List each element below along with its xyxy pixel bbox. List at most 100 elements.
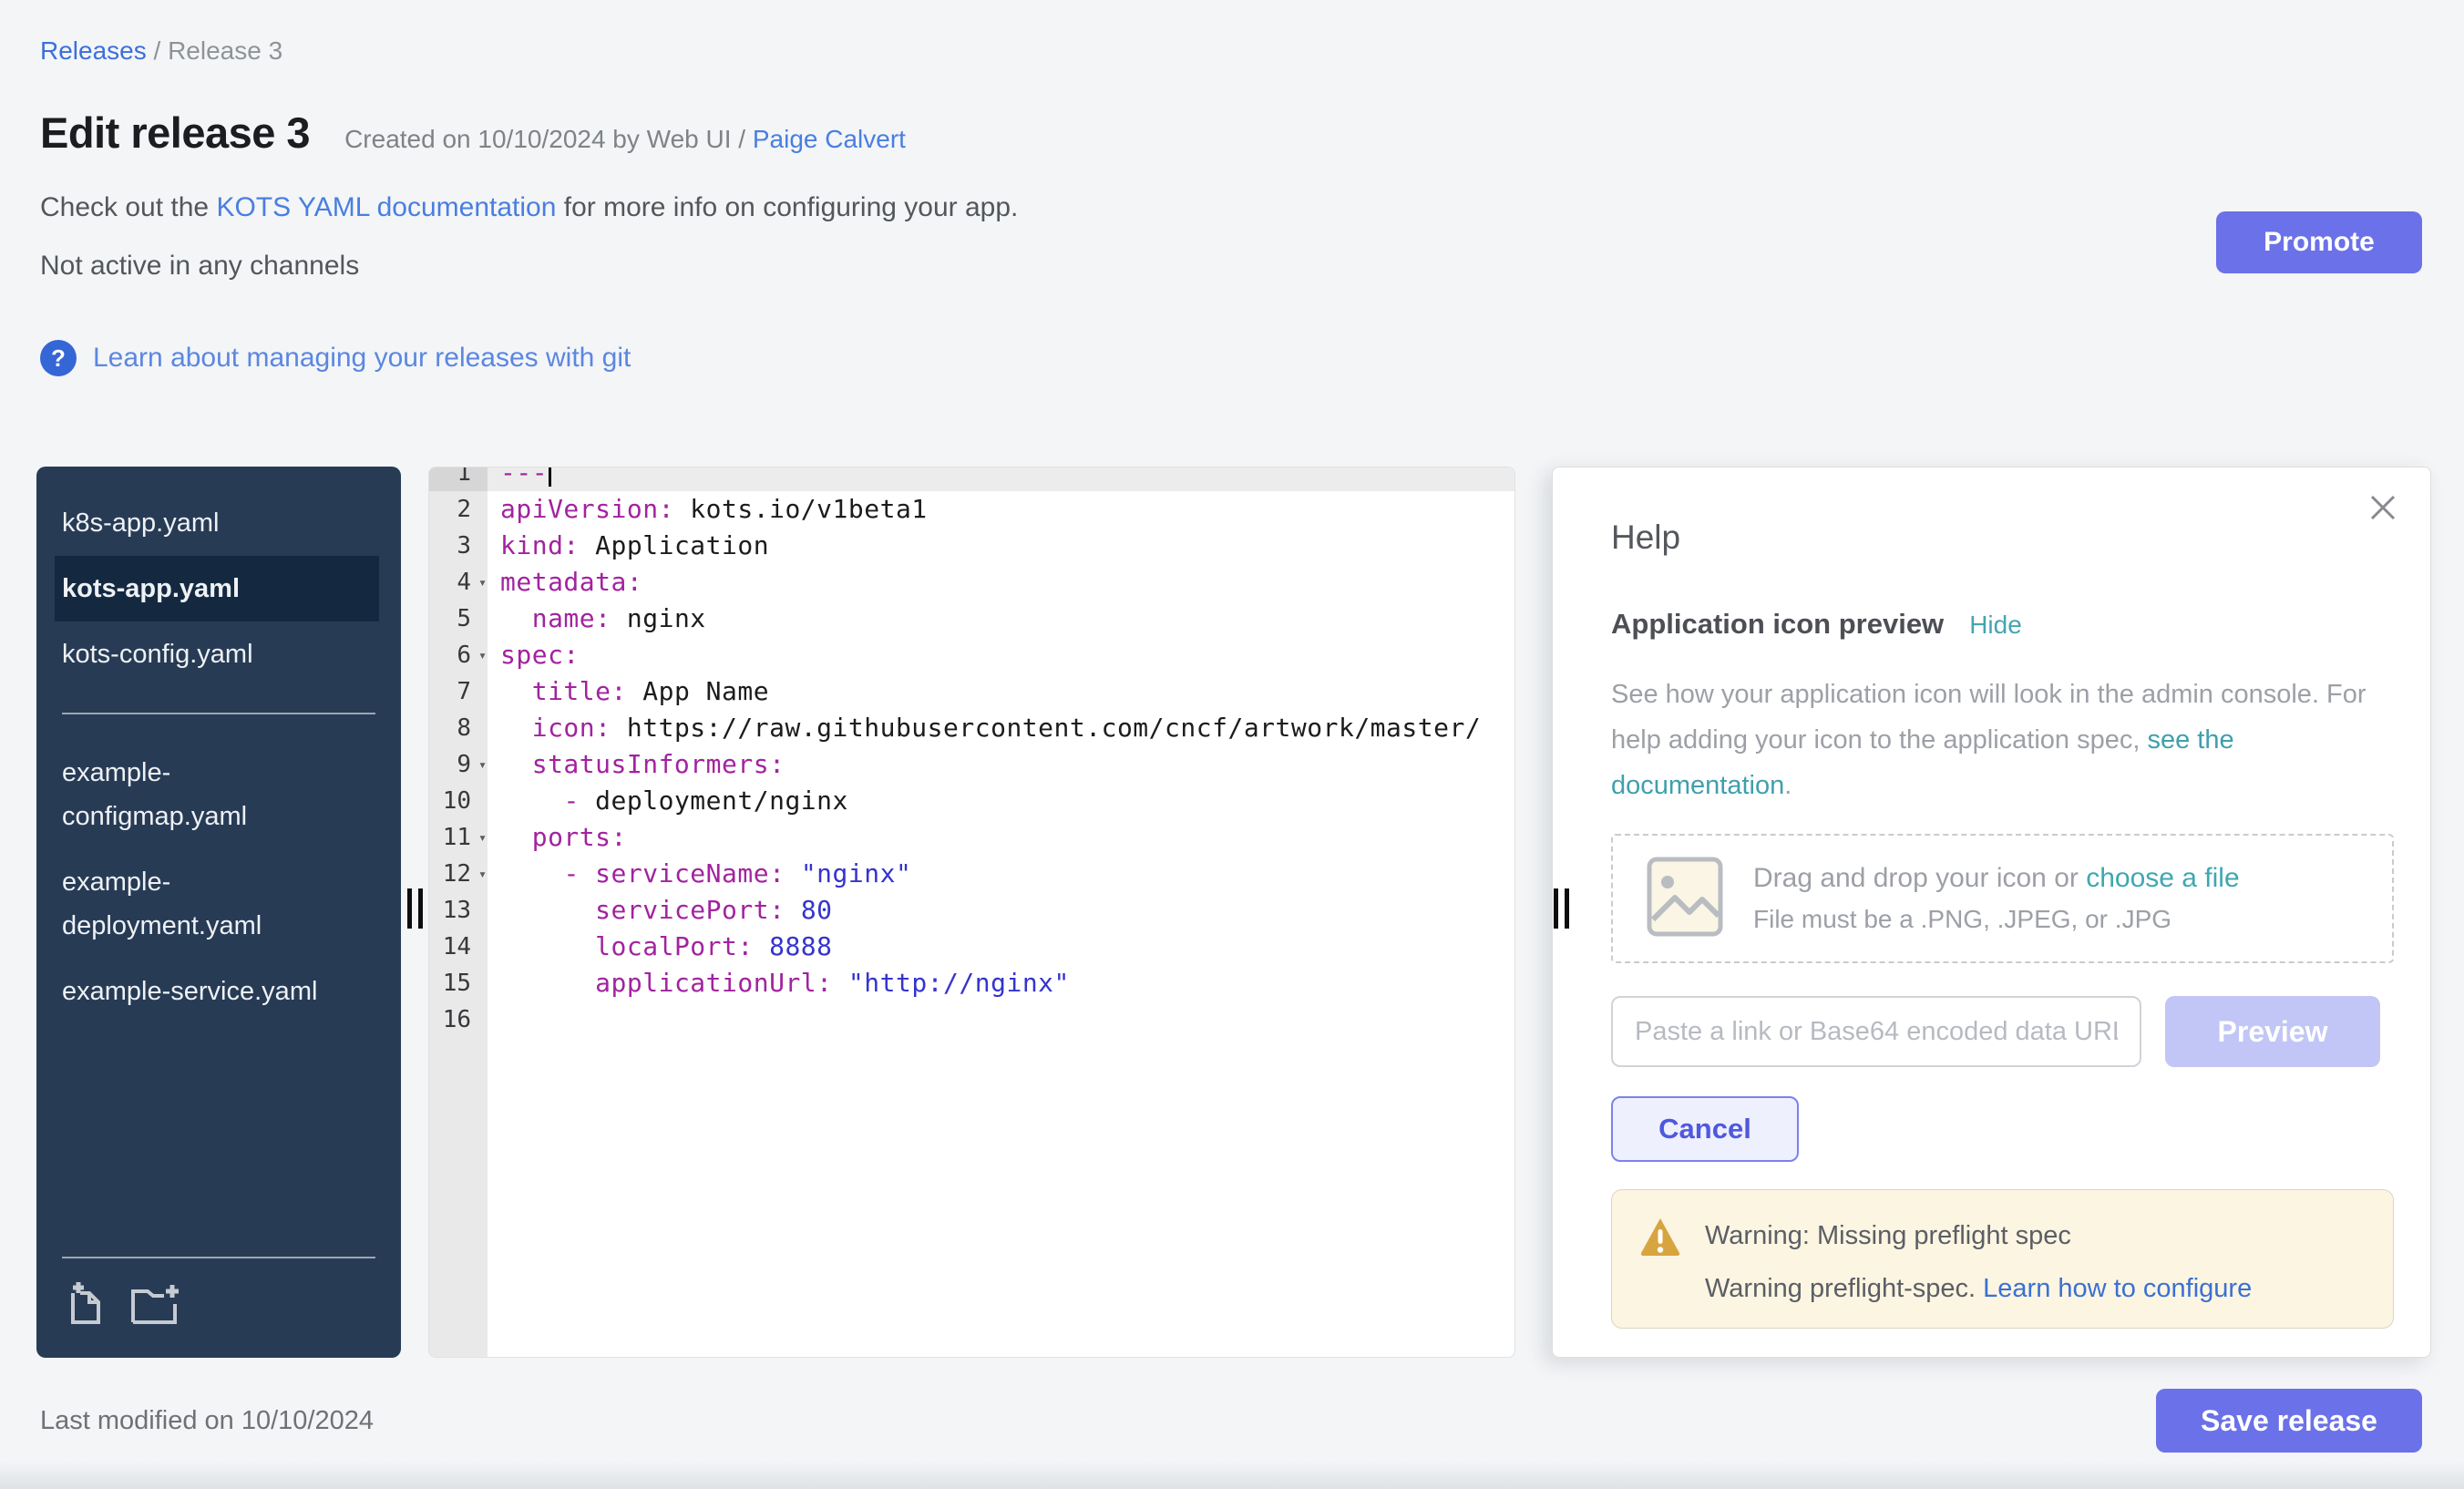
page-footer: Last modified on 10/10/2024 Save release	[40, 1389, 2422, 1453]
new-file-icon[interactable]	[64, 1280, 108, 1332]
code-line[interactable]: 2apiVersion: kots.io/v1beta1	[429, 491, 1514, 528]
icon-preview-section-title: Application icon preview	[1611, 608, 1944, 641]
code-line[interactable]: 7 title: App Name	[429, 673, 1514, 710]
code-text: servicePort: 80	[488, 892, 1514, 929]
breadcrumb-current: Release 3	[168, 36, 282, 65]
yaml-editor[interactable]: 1---2apiVersion: kots.io/v1beta13kind: A…	[428, 467, 1515, 1358]
sidebar-resize-handle[interactable]	[407, 888, 423, 929]
code-line[interactable]: 5 name: nginx	[429, 601, 1514, 637]
release-editor-workspace: k8s-app.yamlkots-app.yamlkots-config.yam…	[0, 467, 2464, 1358]
warning-body-text: Warning preflight-spec.	[1705, 1274, 1983, 1303]
preflight-warning: Warning: Missing preflight spec Warning …	[1611, 1189, 2394, 1329]
file-item[interactable]: example-configmap.yaml	[55, 740, 379, 849]
icon-preview-description: See how your application icon will look …	[1611, 672, 2386, 808]
question-mark-icon: ?	[40, 340, 77, 376]
icon-dropzone[interactable]: Drag and drop your icon or choose a file…	[1611, 834, 2394, 963]
file-item[interactable]: kots-config.yaml	[55, 621, 379, 687]
file-item[interactable]: example-deployment.yaml	[55, 849, 379, 959]
code-line[interactable]: 15 applicationUrl: "http://nginx"	[429, 965, 1514, 1001]
line-number: 15	[429, 965, 488, 1001]
breadcrumb-releases-link[interactable]: Releases	[40, 36, 147, 65]
file-group-divider	[62, 713, 375, 714]
line-number: 11▾	[429, 819, 488, 856]
file-item[interactable]: k8s-app.yaml	[55, 490, 379, 556]
fold-icon[interactable]: ▾	[478, 746, 487, 783]
line-number: 2	[429, 491, 488, 528]
line-number: 4▾	[429, 564, 488, 601]
code-line[interactable]: 13 servicePort: 80	[429, 892, 1514, 929]
code-line[interactable]: 12▾ - serviceName: "nginx"	[429, 856, 1514, 892]
help-panel-title: Help	[1611, 519, 2394, 557]
line-number: 12▾	[429, 856, 488, 892]
code-line[interactable]: 10 - deployment/nginx	[429, 783, 1514, 819]
code-line[interactable]: 9▾ statusInformers:	[429, 746, 1514, 783]
fold-icon[interactable]: ▾	[478, 564, 487, 601]
channel-status: Not active in any channels	[40, 251, 2422, 282]
code-text: - deployment/nginx	[488, 783, 1514, 819]
code-line[interactable]: 8 icon: https://raw.githubusercontent.co…	[429, 710, 1514, 746]
created-by-link[interactable]: Paige Calvert	[753, 125, 906, 153]
breadcrumb-separator: /	[154, 36, 161, 65]
created-info: Created on 10/10/2024 by Web UI / Paige …	[344, 125, 906, 154]
line-number: 6▾	[429, 637, 488, 673]
code-text: statusInformers:	[488, 746, 1514, 783]
code-line[interactable]: 6▾spec:	[429, 637, 1514, 673]
code-text: kind: Application	[488, 528, 1514, 564]
code-text	[488, 1001, 1514, 1038]
warning-title: Warning: Missing preflight spec	[1705, 1216, 2252, 1256]
new-folder-icon[interactable]	[129, 1280, 182, 1332]
code-text: metadata:	[488, 564, 1514, 601]
code-text: - serviceName: "nginx"	[488, 856, 1514, 892]
line-number: 16	[429, 1001, 488, 1038]
git-releases-help-link[interactable]: Learn about managing your releases with …	[93, 343, 631, 374]
save-release-button[interactable]: Save release	[2156, 1389, 2422, 1453]
breadcrumb: Releases / Release 3	[40, 36, 2422, 66]
docs-hint-prefix: Check out the	[40, 192, 216, 222]
code-line[interactable]: 4▾metadata:	[429, 564, 1514, 601]
promote-button[interactable]: Promote	[2216, 211, 2422, 273]
code-line[interactable]: 14 localPort: 8888	[429, 929, 1514, 965]
file-list: k8s-app.yamlkots-app.yamlkots-config.yam…	[36, 467, 401, 1024]
kots-yaml-docs-link[interactable]: KOTS YAML documentation	[216, 192, 556, 222]
line-number: 5	[429, 601, 488, 637]
text-cursor	[549, 467, 551, 487]
fold-icon[interactable]: ▾	[478, 856, 487, 892]
code-line[interactable]: 3kind: Application	[429, 528, 1514, 564]
code-line[interactable]: 16	[429, 1001, 1514, 1038]
cancel-button[interactable]: Cancel	[1611, 1096, 1799, 1162]
created-text: Created on 10/10/2024 by Web UI /	[344, 125, 745, 153]
last-modified-text: Last modified on 10/10/2024	[40, 1406, 374, 1436]
code-empty	[488, 1038, 1514, 1357]
code-line[interactable]: 1---	[429, 467, 1514, 491]
warning-text: Warning: Missing preflight spec Warning …	[1705, 1216, 2252, 1304]
hide-link[interactable]: Hide	[1969, 611, 2022, 640]
page-title: Edit release 3	[40, 108, 310, 158]
line-number: 13	[429, 892, 488, 929]
file-sidebar: k8s-app.yamlkots-app.yamlkots-config.yam…	[36, 467, 401, 1358]
icon-url-input[interactable]	[1611, 996, 2141, 1067]
code-line[interactable]: 11▾ ports:	[429, 819, 1514, 856]
code-text: ---	[488, 467, 1514, 491]
preview-button[interactable]: Preview	[2165, 996, 2380, 1067]
dropzone-text: Drag and drop your icon or choose a file…	[1753, 863, 2240, 934]
file-item[interactable]: kots-app.yaml	[55, 556, 379, 621]
fold-icon[interactable]: ▾	[478, 637, 487, 673]
warning-triangle-icon	[1639, 1216, 1681, 1304]
configure-preflight-link[interactable]: Learn how to configure	[1983, 1274, 2252, 1303]
line-number: 14	[429, 929, 488, 965]
dropzone-requirements: File must be a .PNG, .JPEG, or .JPG	[1753, 905, 2240, 934]
sidebar-bottom-divider	[62, 1257, 375, 1258]
line-number: 10	[429, 783, 488, 819]
code-text: ports:	[488, 819, 1514, 856]
file-item[interactable]: example-service.yaml	[55, 959, 379, 1024]
description-text: See how your application icon will look …	[1611, 680, 2366, 755]
help-panel-resize-handle[interactable]	[1554, 888, 1569, 929]
line-number: 8	[429, 710, 488, 746]
code-text: spec:	[488, 637, 1514, 673]
code-text: name: nginx	[488, 601, 1514, 637]
close-icon[interactable]	[2366, 491, 2399, 529]
line-number: 1	[429, 467, 488, 491]
choose-file-link[interactable]: choose a file	[2086, 863, 2239, 893]
editor-empty-area[interactable]	[429, 1038, 1514, 1357]
fold-icon[interactable]: ▾	[478, 819, 487, 856]
